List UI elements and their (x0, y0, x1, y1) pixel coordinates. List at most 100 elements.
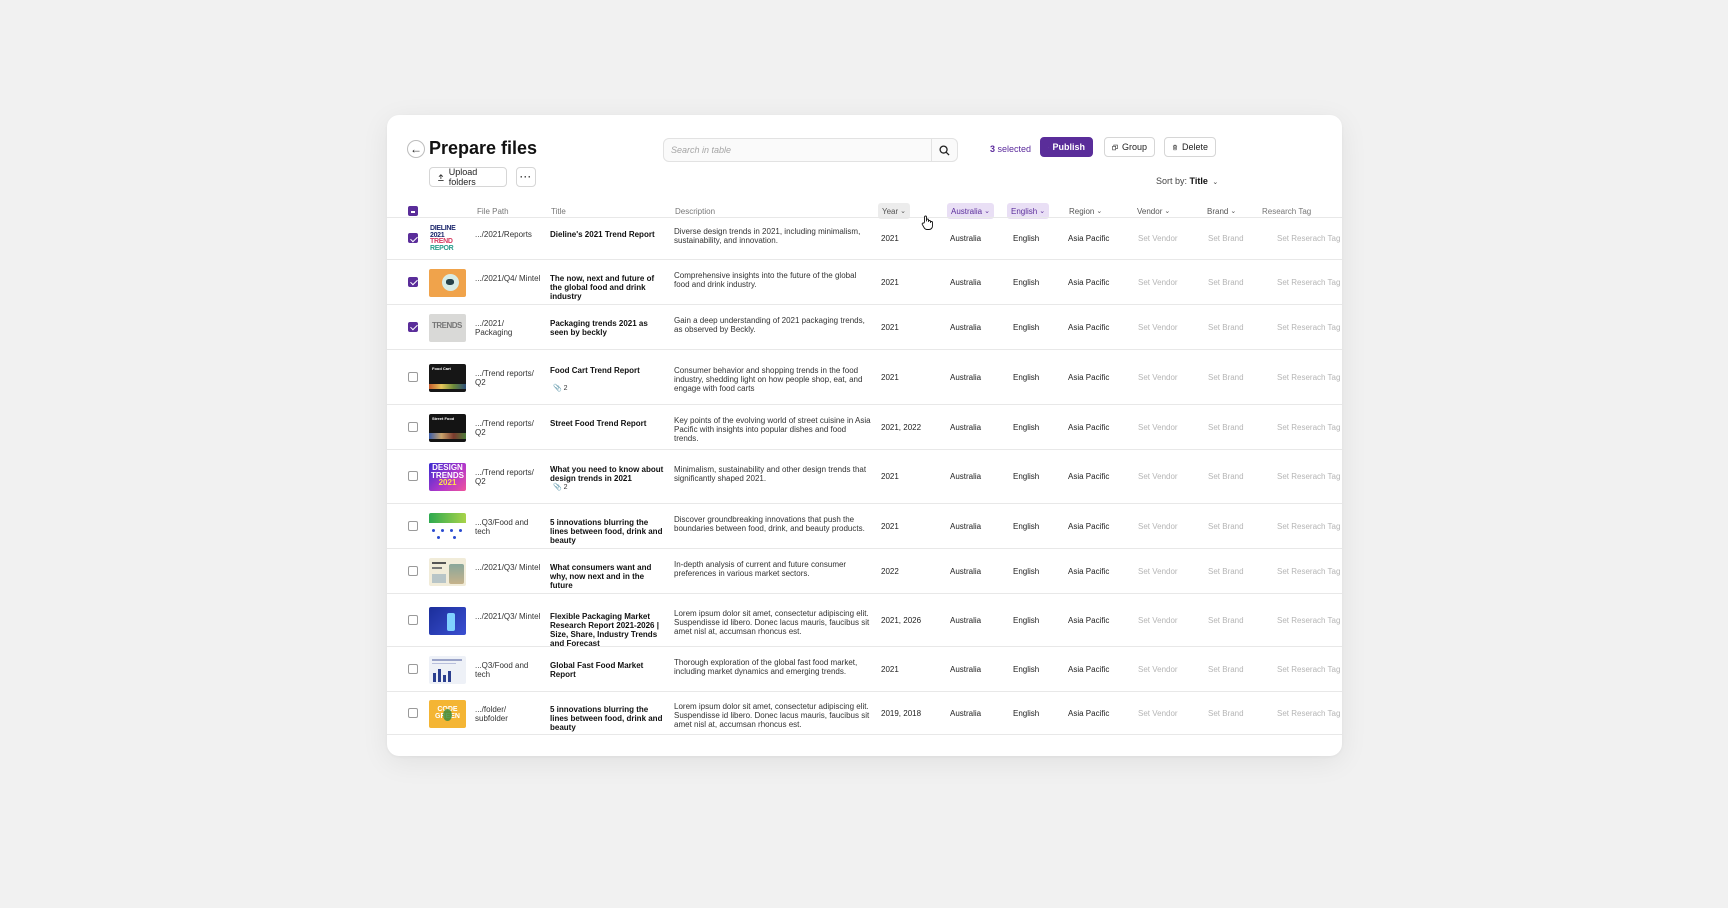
set-brand-cell[interactable]: Set Brand (1208, 323, 1244, 332)
region-cell[interactable]: Asia Pacific (1068, 616, 1109, 625)
table-row[interactable]: CODEGREEN .../folder/ subfolder 5 innova… (387, 691, 1342, 734)
file-title[interactable]: 5 innovations blurring the lines between… (550, 705, 664, 732)
language-cell[interactable]: English (1013, 665, 1039, 674)
region-cell[interactable]: Asia Pacific (1068, 665, 1109, 674)
year-cell[interactable]: 2021, 2022 (881, 423, 921, 432)
set-research-tag-cell[interactable]: Set Reserach Tag (1277, 665, 1340, 674)
sort-control[interactable]: Sort by: Title ⌄ (1156, 176, 1218, 186)
set-brand-cell[interactable]: Set Brand (1208, 709, 1244, 718)
file-title[interactable]: Packaging trends 2021 as seen by beckly (550, 319, 664, 337)
country-cell[interactable]: Australia (950, 472, 981, 481)
set-brand-cell[interactable]: Set Brand (1208, 234, 1244, 243)
set-vendor-cell[interactable]: Set Vendor (1138, 567, 1178, 576)
language-cell[interactable]: English (1013, 709, 1039, 718)
set-brand-cell[interactable]: Set Brand (1208, 522, 1244, 531)
file-title[interactable]: Global Fast Food Market Report (550, 661, 664, 679)
language-cell[interactable]: English (1013, 472, 1039, 481)
region-cell[interactable]: Asia Pacific (1068, 323, 1109, 332)
country-cell[interactable]: Australia (950, 323, 981, 332)
year-cell[interactable]: 2021 (881, 522, 899, 531)
set-brand-cell[interactable]: Set Brand (1208, 423, 1244, 432)
set-vendor-cell[interactable]: Set Vendor (1138, 709, 1178, 718)
set-brand-cell[interactable]: Set Brand (1208, 665, 1244, 674)
table-row[interactable]: .../2021/Q3/ Mintel Flexible Packaging M… (387, 593, 1342, 648)
file-title[interactable]: Flexible Packaging Market Research Repor… (550, 612, 664, 648)
select-all-checkbox[interactable] (408, 206, 418, 216)
row-checkbox[interactable] (408, 663, 418, 674)
year-cell[interactable]: 2021 (881, 373, 899, 382)
language-cell[interactable]: English (1013, 522, 1039, 531)
year-cell[interactable]: 2022 (881, 567, 899, 576)
table-row[interactable]: TRENDS .../2021/ Packaging Packaging tre… (387, 304, 1342, 349)
group-button[interactable]: Group (1104, 137, 1155, 157)
set-research-tag-cell[interactable]: Set Reserach Tag (1277, 709, 1340, 718)
country-cell[interactable]: Australia (950, 278, 981, 287)
file-title[interactable]: 5 innovations blurring the lines between… (550, 518, 664, 545)
table-row[interactable]: .../2021/Q4/ Mintel The now, next and fu… (387, 259, 1342, 304)
region-cell[interactable]: Asia Pacific (1068, 234, 1109, 243)
region-cell[interactable]: Asia Pacific (1068, 522, 1109, 531)
country-cell[interactable]: Australia (950, 567, 981, 576)
set-vendor-cell[interactable]: Set Vendor (1138, 472, 1178, 481)
region-cell[interactable]: Asia Pacific (1068, 472, 1109, 481)
row-checkbox[interactable] (408, 233, 418, 243)
set-research-tag-cell[interactable]: Set Reserach Tag (1277, 373, 1340, 382)
attachment-count[interactable]: 📎 2 (553, 384, 568, 392)
set-research-tag-cell[interactable]: Set Reserach Tag (1277, 472, 1340, 481)
file-title[interactable]: Dieline's 2021 Trend Report (550, 230, 664, 239)
set-research-tag-cell[interactable]: Set Reserach Tag (1277, 278, 1340, 287)
file-title[interactable]: What you need to know about design trend… (550, 465, 664, 483)
set-brand-cell[interactable]: Set Brand (1208, 373, 1244, 382)
row-checkbox[interactable] (408, 371, 418, 382)
search-button[interactable] (931, 139, 957, 161)
table-row[interactable]: .../2021/Q3/ Mintel What consumers want … (387, 548, 1342, 593)
set-brand-cell[interactable]: Set Brand (1208, 278, 1244, 287)
table-row[interactable]: DIELINE 2021 TREND REPOR .../2021/Reports D… (387, 217, 1342, 259)
search-input[interactable] (664, 139, 932, 161)
region-cell[interactable]: Asia Pacific (1068, 567, 1109, 576)
set-vendor-cell[interactable]: Set Vendor (1138, 278, 1178, 287)
file-title[interactable]: Food Cart Trend Report (550, 366, 664, 375)
set-brand-cell[interactable]: Set Brand (1208, 616, 1244, 625)
set-vendor-cell[interactable]: Set Vendor (1138, 234, 1178, 243)
language-cell[interactable]: English (1013, 423, 1039, 432)
set-vendor-cell[interactable]: Set Vendor (1138, 665, 1178, 674)
country-cell[interactable]: Australia (950, 665, 981, 674)
year-cell[interactable]: 2019, 2018 (881, 709, 921, 718)
back-button[interactable]: ← (407, 140, 425, 158)
year-cell[interactable]: 2021, 2026 (881, 616, 921, 625)
language-cell[interactable]: English (1013, 567, 1039, 576)
row-checkbox[interactable] (408, 421, 418, 432)
region-cell[interactable]: Asia Pacific (1068, 709, 1109, 718)
region-cell[interactable]: Asia Pacific (1068, 373, 1109, 382)
set-vendor-cell[interactable]: Set Vendor (1138, 423, 1178, 432)
row-checkbox[interactable] (408, 614, 418, 625)
upload-folders-button[interactable]: Upload folders (429, 167, 507, 187)
delete-button[interactable]: Delete (1164, 137, 1216, 157)
set-brand-cell[interactable]: Set Brand (1208, 567, 1244, 576)
set-research-tag-cell[interactable]: Set Reserach Tag (1277, 323, 1340, 332)
publish-button[interactable]: Publish (1040, 137, 1093, 157)
region-cell[interactable]: Asia Pacific (1068, 423, 1109, 432)
country-cell[interactable]: Australia (950, 423, 981, 432)
row-checkbox[interactable] (408, 520, 418, 531)
row-checkbox[interactable] (408, 471, 418, 481)
year-cell[interactable]: 2021 (881, 665, 899, 674)
row-checkbox[interactable] (408, 276, 418, 287)
year-cell[interactable]: 2021 (881, 278, 899, 287)
file-title[interactable]: The now, next and future of the global f… (550, 274, 664, 301)
language-cell[interactable]: English (1013, 373, 1039, 382)
language-cell[interactable]: English (1013, 323, 1039, 332)
table-row[interactable]: ...Q3/Food and tech Global Fast Food Mar… (387, 646, 1342, 691)
language-cell[interactable]: English (1013, 278, 1039, 287)
year-cell[interactable]: 2021 (881, 323, 899, 332)
table-row[interactable]: DESIGN TRENDS 2021 .../Trend reports/ Q2 W… (387, 449, 1342, 503)
country-cell[interactable]: Australia (950, 234, 981, 243)
year-cell[interactable]: 2021 (881, 234, 899, 243)
set-vendor-cell[interactable]: Set Vendor (1138, 373, 1178, 382)
file-title[interactable]: What consumers want and why, now next an… (550, 563, 664, 590)
row-checkbox[interactable] (408, 707, 418, 718)
year-cell[interactable]: 2021 (881, 472, 899, 481)
set-research-tag-cell[interactable]: Set Reserach Tag (1277, 234, 1340, 243)
set-vendor-cell[interactable]: Set Vendor (1138, 323, 1178, 332)
